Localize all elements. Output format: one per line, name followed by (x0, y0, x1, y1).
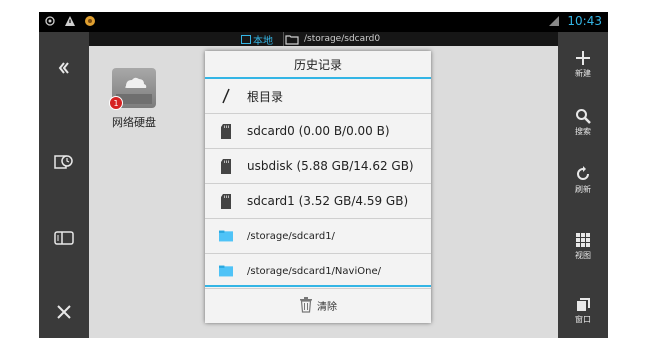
storage-icon (54, 231, 74, 245)
dialog-title: 历史记录 (205, 51, 431, 79)
local-tab-icon (241, 34, 251, 44)
folder-outline-icon (285, 34, 299, 45)
grid-view-icon (576, 232, 590, 247)
view-button[interactable]: 视图 (558, 222, 608, 270)
network-drive[interactable]: 1 网络硬盘 (99, 68, 169, 130)
clear-label: 清除 (317, 301, 337, 313)
history-item-label: /storage/sdcard1/NaviOne/ (247, 265, 381, 277)
close-icon (57, 305, 71, 319)
new-label: 新建 (575, 68, 591, 78)
history-dialog: 历史记录 根目录 sdcard0 (0.00 B/0.00 B) usbdisk… (205, 51, 431, 323)
history-item-folder-navione[interactable]: /storage/sdcard1/NaviOne/ (205, 254, 431, 289)
search-button[interactable]: 搜索 (558, 98, 608, 146)
close-button[interactable] (39, 292, 89, 332)
plus-icon (576, 50, 590, 65)
refresh-button[interactable]: 刷新 (558, 156, 608, 204)
app-icon (83, 14, 97, 28)
sd-card-icon (219, 158, 233, 174)
warning-icon (63, 14, 77, 28)
tab-path-label: /storage/sdcard0 (304, 34, 381, 44)
search-icon (576, 108, 591, 124)
history-item-usbdisk[interactable]: usbdisk (5.88 GB/14.62 GB) (205, 149, 431, 184)
root-slash-icon (219, 88, 233, 104)
refresh-icon (577, 165, 589, 180)
folder-icon (219, 229, 233, 243)
tab-divider (283, 32, 284, 46)
tab-bar: 本地 /storage/sdcard0 (89, 32, 558, 47)
back-button[interactable] (39, 48, 89, 88)
refresh-label: 刷新 (575, 184, 591, 194)
window-label: 窗口 (575, 314, 591, 324)
history-icon (54, 155, 73, 169)
network-drive-icon: 1 (109, 68, 156, 110)
history-item-sdcard0[interactable]: sdcard0 (0.00 B/0.00 B) (205, 114, 431, 149)
left-toolbar (39, 32, 89, 338)
history-item-folder-sdcard1[interactable]: /storage/sdcard1/ (205, 219, 431, 254)
window-button[interactable]: 窗口 (558, 286, 608, 334)
history-item-label: sdcard1 (3.52 GB/4.59 GB) (247, 194, 409, 208)
view-label: 视图 (575, 250, 591, 260)
notification-badge: 1 (109, 96, 123, 110)
network-drive-label: 网络硬盘 (112, 116, 156, 129)
signal-icon (547, 14, 561, 28)
search-label: 搜索 (575, 126, 591, 136)
new-button[interactable]: 新建 (558, 40, 608, 88)
tab-local-label: 本地 (253, 35, 273, 47)
tab-local[interactable]: 本地 (169, 32, 279, 47)
history-item-label: sdcard0 (0.00 B/0.00 B) (247, 124, 390, 138)
right-toolbar: 新建 搜索 刷新 视图 窗口 (558, 32, 608, 338)
history-item-sdcard1[interactable]: sdcard1 (3.52 GB/4.59 GB) (205, 184, 431, 219)
history-item-label: usbdisk (5.88 GB/14.62 GB) (247, 159, 414, 173)
history-item-root[interactable]: 根目录 (205, 79, 431, 114)
status-bar: 10:43 (39, 12, 608, 32)
folder-icon (219, 264, 233, 278)
history-item-label: /storage/sdcard1/ (247, 230, 335, 242)
sd-card-icon (219, 193, 233, 209)
clock: 10:43 (567, 14, 602, 28)
sd-card-icon (219, 123, 233, 139)
trash-icon (300, 297, 312, 313)
back-icon (58, 62, 69, 74)
history-button[interactable] (39, 142, 89, 182)
clear-button[interactable]: 清除 (205, 285, 431, 323)
location-icon (43, 14, 57, 28)
history-item-label: 根目录 (247, 89, 284, 104)
storage-button[interactable] (39, 218, 89, 258)
tab-path[interactable]: /storage/sdcard0 (285, 32, 380, 46)
window-icon (577, 297, 590, 311)
